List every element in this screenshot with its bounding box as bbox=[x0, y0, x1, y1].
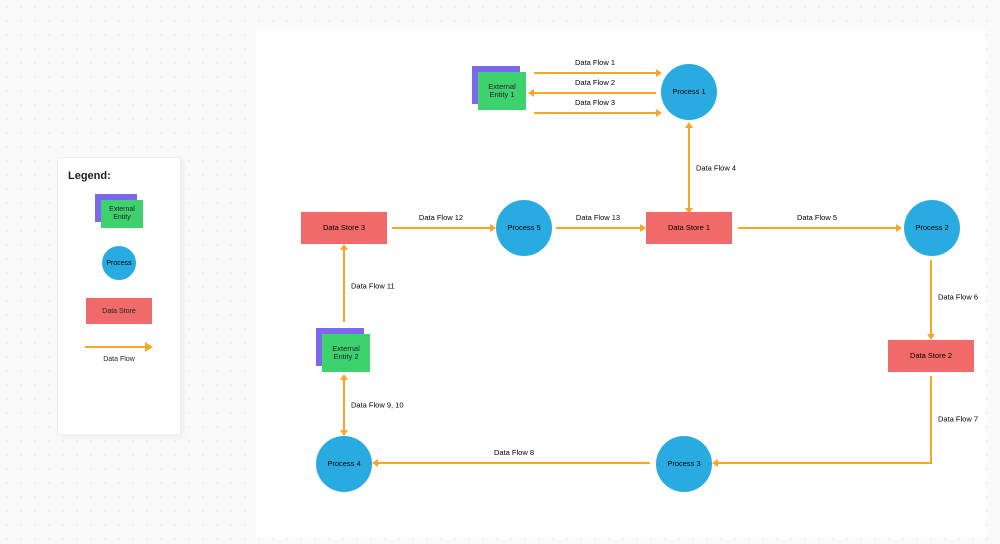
edge-label: Data Flow 2 bbox=[575, 78, 615, 87]
arrowhead-icon bbox=[640, 224, 646, 232]
edge-data-flow-7-segment-v[interactable]: Data Flow 7 bbox=[930, 376, 932, 462]
edge-data-flow-13[interactable]: Data Flow 13 bbox=[556, 227, 640, 229]
edge-label: Data Flow 6 bbox=[938, 293, 978, 302]
arrowhead-icon bbox=[372, 459, 378, 467]
edge-data-flow-2[interactable]: Data Flow 2 bbox=[534, 92, 656, 94]
arrowhead-icon bbox=[896, 224, 902, 232]
edge-data-flow-11[interactable]: Data Flow 11 bbox=[343, 250, 345, 322]
legend-flow-line bbox=[85, 346, 145, 348]
node-data-store-3[interactable]: Data Store 3 bbox=[301, 212, 387, 244]
edge-label: Data Flow 3 bbox=[575, 98, 615, 107]
legend-panel: Legend: External Entity Process Data Sto… bbox=[58, 158, 180, 434]
edge-label: Data Flow 11 bbox=[351, 282, 395, 291]
node-process-3[interactable]: Process 3 bbox=[656, 436, 712, 492]
arrowhead-icon bbox=[340, 430, 348, 436]
arrowhead-icon bbox=[927, 334, 935, 340]
arrowhead-icon bbox=[685, 122, 693, 128]
edge-label: Data Flow 4 bbox=[696, 164, 736, 173]
legend-row-datastore: Data Store bbox=[68, 298, 170, 324]
edge-data-flow-9-10[interactable]: Data Flow 9, 10 bbox=[343, 380, 345, 430]
node-process-4[interactable]: Process 4 bbox=[316, 436, 372, 492]
edge-data-flow-1[interactable]: Data Flow 1 bbox=[534, 72, 656, 74]
legend-row-entity: External Entity bbox=[68, 194, 170, 228]
node-external-entity-1[interactable]: External Entity 1 bbox=[472, 66, 528, 112]
legend-row-process: Process bbox=[68, 246, 170, 280]
arrowhead-icon bbox=[340, 374, 348, 380]
edge-data-flow-4[interactable]: Data Flow 4 bbox=[688, 128, 690, 208]
arrowhead-icon bbox=[712, 459, 718, 467]
edge-label: Data Flow 9, 10 bbox=[351, 401, 404, 410]
entity-front-shape: External Entity 1 bbox=[478, 72, 526, 110]
node-process-1[interactable]: Process 1 bbox=[661, 64, 717, 120]
edge-label: Data Flow 13 bbox=[576, 213, 620, 222]
legend-flow-label: Data Flow bbox=[103, 356, 135, 363]
legend-entity-front: External Entity bbox=[101, 200, 143, 228]
edge-label: Data Flow 8 bbox=[494, 448, 534, 457]
arrowhead-icon bbox=[340, 244, 348, 250]
diagram-canvas: External Entity 1 Process 1 Data Flow 1 … bbox=[256, 30, 986, 538]
edge-data-flow-3[interactable]: Data Flow 3 bbox=[534, 112, 656, 114]
legend-flow-shape bbox=[84, 342, 154, 352]
edge-data-flow-8[interactable]: Data Flow 8 bbox=[378, 462, 650, 464]
legend-row-flow: Data Flow bbox=[68, 342, 170, 363]
node-external-entity-2[interactable]: External Entity 2 bbox=[316, 328, 372, 374]
edge-data-flow-6[interactable]: Data Flow 6 bbox=[930, 260, 932, 334]
node-data-store-1[interactable]: Data Store 1 bbox=[646, 212, 732, 244]
edge-label: Data Flow 7 bbox=[938, 415, 978, 424]
edge-label: Data Flow 5 bbox=[797, 213, 837, 222]
legend-flow-arrowhead bbox=[145, 342, 153, 352]
edge-label: Data Flow 12 bbox=[419, 213, 463, 222]
legend-entity-shape: External Entity bbox=[95, 194, 143, 228]
entity-front-shape: External Entity 2 bbox=[322, 334, 370, 372]
edge-data-flow-12[interactable]: Data Flow 12 bbox=[392, 227, 490, 229]
edge-data-flow-7-segment-h[interactable] bbox=[718, 462, 932, 464]
node-data-store-2[interactable]: Data Store 2 bbox=[888, 340, 974, 372]
arrowhead-icon bbox=[656, 69, 662, 77]
arrowhead-icon bbox=[656, 109, 662, 117]
edge-data-flow-5[interactable]: Data Flow 5 bbox=[738, 227, 896, 229]
node-process-5[interactable]: Process 5 bbox=[496, 200, 552, 256]
legend-process-shape: Process bbox=[102, 246, 136, 280]
legend-title: Legend: bbox=[68, 170, 170, 182]
node-process-2[interactable]: Process 2 bbox=[904, 200, 960, 256]
arrowhead-icon bbox=[528, 89, 534, 97]
edge-label: Data Flow 1 bbox=[575, 58, 615, 67]
legend-datastore-shape: Data Store bbox=[86, 298, 152, 324]
arrowhead-icon bbox=[490, 224, 496, 232]
